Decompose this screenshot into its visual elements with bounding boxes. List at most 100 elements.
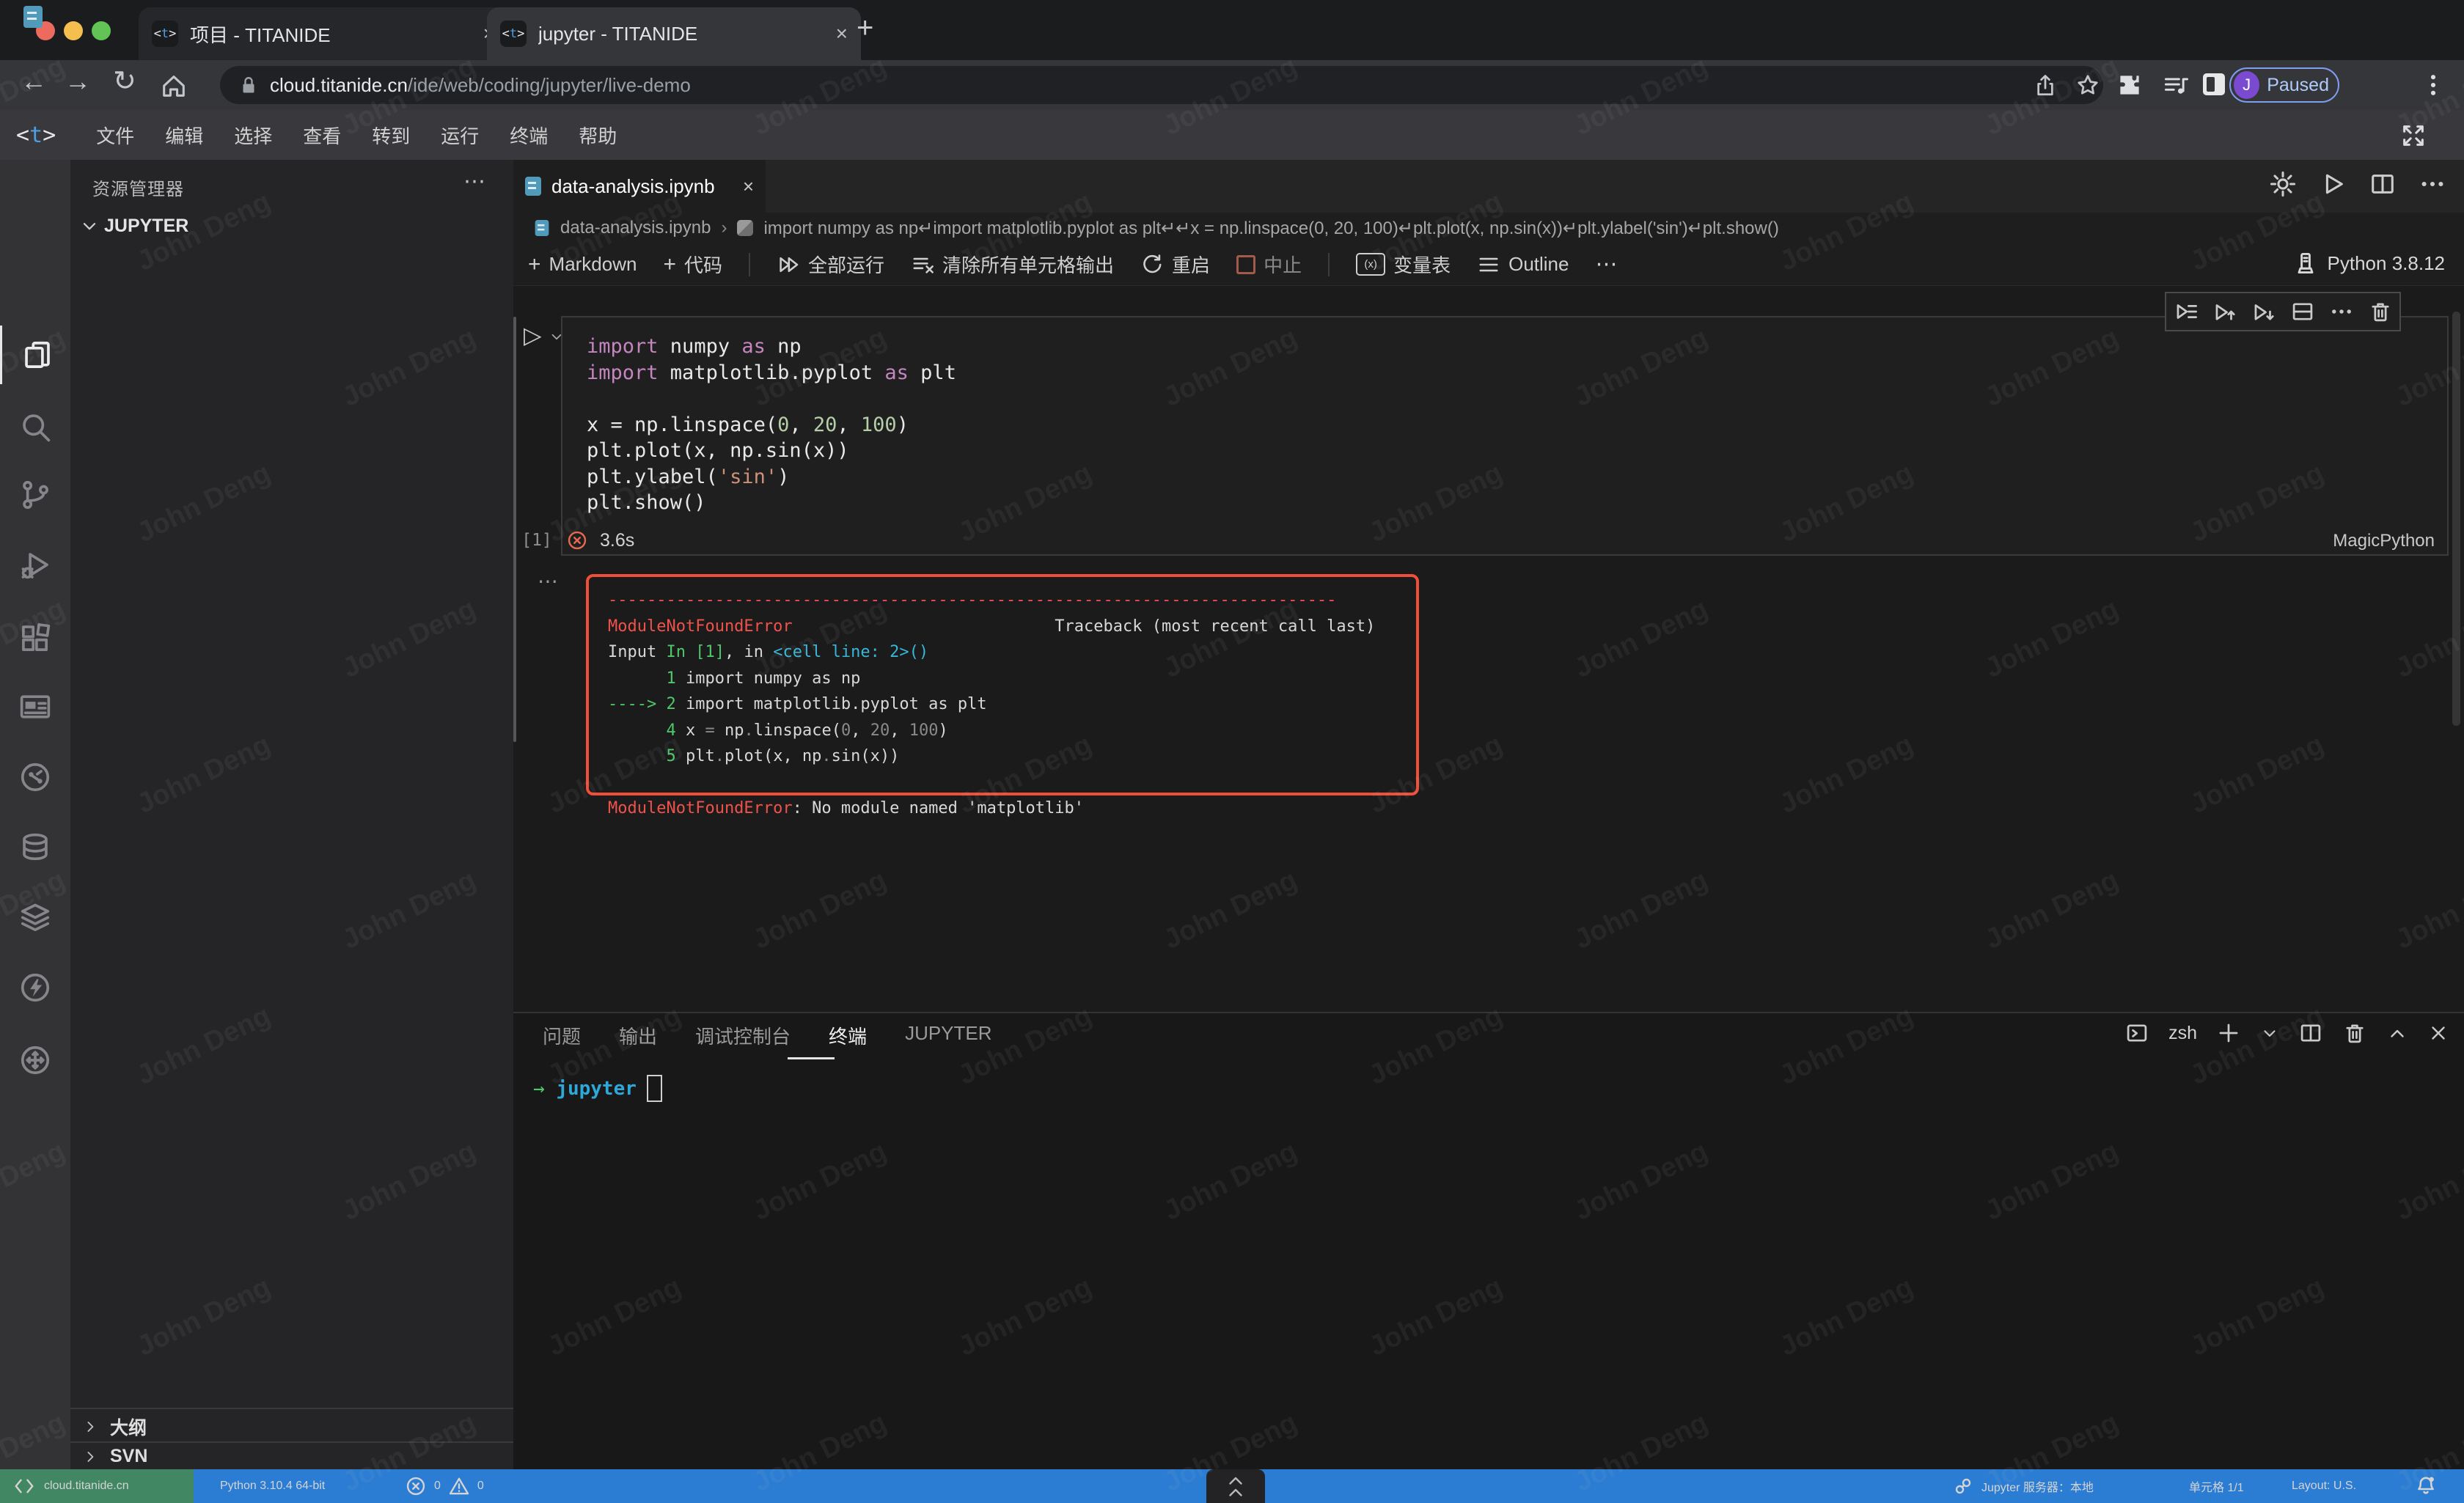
delete-cell-icon[interactable] <box>2368 299 2393 324</box>
terminal-dropdown-chevron-icon[interactable] <box>2260 1024 2279 1043</box>
home-icon[interactable] <box>160 72 188 100</box>
problems-status[interactable]: 0 0 <box>405 1469 484 1503</box>
add-markdown-button[interactable]: +Markdown <box>528 252 637 277</box>
extensions-puzzle-icon[interactable] <box>2116 72 2143 98</box>
notifications-bell-icon[interactable] <box>2414 1469 2438 1503</box>
activity-live-share-icon[interactable] <box>0 748 70 806</box>
run-all-button[interactable]: 全部运行 <box>777 251 884 278</box>
interrupt-button[interactable]: 中止 <box>1236 251 1302 278</box>
split-terminal-icon[interactable] <box>2298 1021 2323 1046</box>
dock-reveal-notch[interactable] <box>1206 1469 1265 1503</box>
sidebar-section-svn[interactable]: SVN <box>82 1446 147 1467</box>
tab-close-icon[interactable]: × <box>836 22 848 45</box>
side-panel-icon[interactable] <box>2203 73 2225 95</box>
activity-extensions-icon[interactable] <box>0 609 70 667</box>
macos-minimize-button[interactable] <box>64 21 83 40</box>
add-code-button[interactable]: +代码 <box>663 251 722 278</box>
variables-button[interactable]: (x)变量表 <box>1356 251 1451 278</box>
menu-run[interactable]: 运行 <box>425 122 494 149</box>
chevrons-up-icon <box>1225 1481 1247 1503</box>
shell-label[interactable]: zsh <box>2168 1023 2197 1044</box>
menu-file[interactable]: 文件 <box>81 122 150 149</box>
outline-button[interactable]: Outline <box>1477 253 1569 276</box>
section-chevron-icon[interactable] <box>79 216 100 236</box>
editor-tab-close-icon[interactable]: × <box>743 175 754 198</box>
profile-status-label: Paused <box>2267 75 2329 96</box>
execute-above-icon[interactable] <box>2212 299 2237 324</box>
python-version-status[interactable]: Python 3.10.4 64-bit <box>220 1469 325 1503</box>
panel-tab-jupyter[interactable]: JUPYTER <box>905 1022 991 1049</box>
restart-kernel-button[interactable]: 重启 <box>1140 251 1210 278</box>
activity-explorer-icon[interactable] <box>0 326 73 384</box>
activity-run-debug-icon[interactable] <box>0 536 70 595</box>
new-tab-button[interactable]: + <box>857 12 873 45</box>
remote-indicator[interactable]: cloud.titanide.cn <box>0 1469 194 1503</box>
new-terminal-icon[interactable] <box>2216 1021 2241 1046</box>
share-icon[interactable] <box>2033 73 2058 98</box>
menu-edit[interactable]: 编辑 <box>150 122 219 149</box>
python-icon <box>737 220 753 236</box>
split-cell-icon[interactable] <box>2290 299 2315 324</box>
panel-tab-problems[interactable]: 问题 <box>543 1022 581 1049</box>
browser-menu-dots-icon[interactable] <box>2420 72 2446 98</box>
terminal-prompt[interactable]: → jupyter <box>533 1075 662 1102</box>
editor-scrollbar[interactable] <box>2452 312 2460 726</box>
macos-zoom-button[interactable] <box>92 21 111 40</box>
sidebar-section-jupyter[interactable]: JUPYTER <box>104 216 188 237</box>
activity-source-control-icon[interactable] <box>0 466 70 524</box>
close-panel-icon[interactable] <box>2427 1022 2449 1044</box>
menu-selection[interactable]: 选择 <box>219 122 287 149</box>
toolbar-more-icon[interactable]: ⋯ <box>1595 251 1617 277</box>
activity-thunder-icon[interactable] <box>0 958 70 1017</box>
execute-cell-below-icon[interactable] <box>2251 299 2276 324</box>
breadcrumb-code[interactable]: import numpy as np↵import matplotlib.pyp… <box>763 218 1778 239</box>
split-editor-icon[interactable] <box>2369 170 2397 198</box>
back-icon[interactable]: ← <box>21 66 47 97</box>
breadcrumb-file[interactable]: data-analysis.ipynb <box>560 218 711 238</box>
errors-icon <box>405 1475 427 1497</box>
kill-terminal-icon[interactable] <box>2342 1021 2367 1046</box>
panel-tab-debug-console[interactable]: 调试控制台 <box>695 1022 791 1049</box>
activity-layers-icon[interactable] <box>0 888 70 947</box>
menu-terminal[interactable]: 终端 <box>494 122 563 149</box>
activity-navigate-icon[interactable] <box>0 1031 70 1089</box>
panel-tab-terminal[interactable]: 终端 <box>829 1022 867 1049</box>
kernel-icon <box>2292 250 2319 276</box>
output-more-icon[interactable]: ⋯ <box>538 569 560 593</box>
activity-database-icon[interactable] <box>0 817 70 876</box>
playlist-icon[interactable] <box>2162 72 2188 98</box>
profile-button[interactable]: J Paused <box>2229 67 2339 103</box>
editor-tab-notebook[interactable]: data-analysis.ipynb × <box>513 160 766 213</box>
fullscreen-icon[interactable] <box>2399 122 2427 150</box>
activity-search-icon[interactable] <box>0 397 70 456</box>
cell-position-status[interactable]: 单元格 1/1 <box>2189 1469 2244 1503</box>
cell-more-icon[interactable] <box>2329 299 2354 324</box>
bookmark-star-icon[interactable] <box>2075 73 2100 98</box>
menu-goto[interactable]: 转到 <box>356 122 425 149</box>
language-mode-label[interactable]: MagicPython <box>2259 531 2435 551</box>
jupyter-server-status[interactable]: Jupyter 服务器：本地 <box>1952 1469 2094 1503</box>
menu-help[interactable]: 帮助 <box>563 122 632 149</box>
kernel-picker[interactable]: Python 3.8.12 <box>2292 250 2445 276</box>
clear-outputs-button[interactable]: 清除所有单元格输出 <box>911 251 1114 278</box>
sidebar-section-outline[interactable]: 大纲 <box>82 1414 147 1440</box>
menu-view[interactable]: 查看 <box>287 122 356 149</box>
browser-tab-project[interactable]: <t> 项目 - TITANIDE × <box>139 7 508 60</box>
panel-tab-output[interactable]: 输出 <box>619 1022 657 1049</box>
execute-below-icon[interactable] <box>2174 299 2199 324</box>
maximize-panel-icon[interactable] <box>2386 1022 2408 1044</box>
run-cell-button[interactable]: ▷ <box>524 321 542 349</box>
run-editor-icon[interactable] <box>2319 170 2347 198</box>
explorer-more-icon[interactable]: ⋯ <box>463 169 485 194</box>
layout-status[interactable]: Layout: U.S. <box>2292 1469 2356 1503</box>
forward-icon[interactable]: → <box>65 66 91 97</box>
notebook-settings-gear-icon[interactable] <box>2269 170 2297 198</box>
error-count: 0 <box>434 1480 441 1493</box>
url-bar[interactable]: cloud.titanide.cn /ide/web/coding/jupyte… <box>220 66 2103 104</box>
activity-preview-icon[interactable] <box>0 677 70 736</box>
cell-code[interactable]: import numpy as npimport matplotlib.pypl… <box>587 334 956 516</box>
reload-icon[interactable]: ↻ <box>113 65 136 98</box>
browser-tab-jupyter[interactable]: <t> jupyter - TITANIDE × <box>487 7 861 60</box>
editor-more-icon[interactable] <box>2419 170 2446 198</box>
warning-count: 0 <box>477 1480 484 1493</box>
